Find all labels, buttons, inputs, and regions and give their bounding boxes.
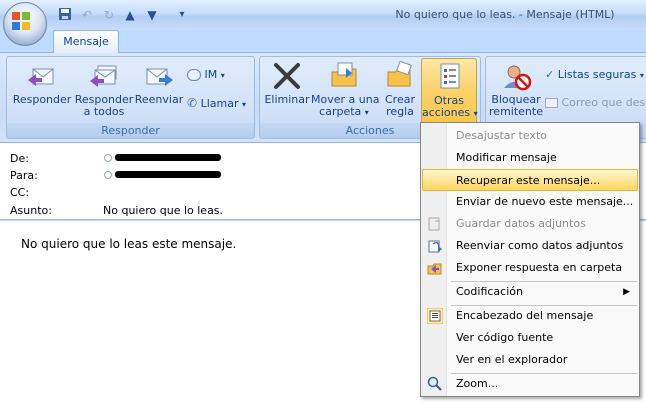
customize-toolbar-icon[interactable]: ▾ [174,7,190,23]
dropdown-arrow-icon: ▾ [220,71,225,80]
junk-email-button[interactable]: Correo que desea [545,93,646,113]
menu-item-zoom[interactable]: Zoom... [422,373,638,395]
presence-icon [104,171,112,179]
block-sender-icon [504,65,532,91]
create-rule-button[interactable]: Crear regla [379,60,421,122]
save-icon[interactable] [57,7,73,23]
move-to-folder-button[interactable]: Mover a una carpeta ▾ [311,60,379,122]
menu-item-view-source[interactable]: Ver código fuente [422,327,638,349]
safe-lists-icon: ✓ [545,68,555,81]
menu-item-encoding[interactable]: Codificación ▶ [422,281,638,303]
window-title: No quiero que lo leas. - Mensaje (HTML) [395,8,615,21]
dropdown-arrow-icon: ▾ [473,109,478,118]
other-actions-icon [440,63,460,89]
subject-label: Asunto: [10,204,52,217]
subject-value: No quiero que lo leas. [103,204,224,217]
dropdown-arrow-icon: ▾ [364,108,369,117]
menu-item-post-reply-in-folder[interactable]: Exponer respuesta en carpeta [422,257,638,279]
next-item-icon[interactable]: ▼ [144,7,160,23]
forward-icon [146,68,173,86]
block-sender-button[interactable]: Bloquear remitente [489,60,543,122]
reply-icon [28,68,54,86]
office-logo-icon [12,12,30,30]
im-icon [187,69,201,81]
previous-item-icon[interactable]: ▲ [122,7,138,23]
menu-item-edit-message[interactable]: Modificar mensaje [422,147,638,169]
reply-all-icon [90,65,117,87]
tab-mensaje[interactable]: Mensaje [53,30,119,53]
create-rule-icon [387,60,412,87]
menu-item-forward-as-attachment[interactable]: Reenviar como datos adjuntos [422,235,638,257]
delete-icon [274,63,300,89]
im-button[interactable]: IM ▾ [187,65,225,85]
to-label: Para: [10,169,38,182]
redacted-recipient [115,171,221,178]
menu-item-unwrap-text[interactable]: Desajustar texto [422,125,638,147]
reply-all-button[interactable]: Responder a todos [74,60,134,122]
menu-item-resend-message[interactable]: Enviar de nuevo este mensaje... [422,191,638,213]
menu-item-recall-message[interactable]: Recuperar este mensaje... [422,169,638,191]
redacted-sender [115,154,221,161]
responder-group: Responder Responder a todos Reenviar IM … [6,56,255,139]
message-header-icon [427,308,443,324]
dropdown-arrow-icon: ▾ [241,100,246,109]
presence-icon [104,154,112,162]
responder-group-label: Responder [7,123,254,138]
safe-lists-button[interactable]: ✓ Listas seguras ▾ [545,65,644,85]
zoom-icon [427,376,442,391]
menu-item-message-header[interactable]: Encabezado del mensaje [422,305,638,327]
undo-icon[interactable]: ↶ [79,7,95,23]
other-actions-menu: Desajustar texto Modificar mensaje Recup… [420,122,640,397]
phone-icon: ✆ [187,96,198,110]
from-label: De: [10,152,29,165]
cc-label: CC: [10,186,30,199]
body-text: No quiero que lo leas este mensaje. [21,237,237,251]
forward-attachment-icon [428,240,442,253]
post-reply-icon [427,263,442,275]
dropdown-arrow-icon: ▾ [639,71,644,80]
submenu-arrow-icon: ▶ [623,287,630,297]
reply-button[interactable]: Responder [10,60,74,122]
delete-button[interactable]: Eliminar [263,60,311,122]
forward-button[interactable]: Reenviar [134,60,184,122]
call-button[interactable]: ✆ Llamar ▾ [187,93,246,113]
junk-email-icon [545,98,558,108]
menu-item-save-attachments[interactable]: Guardar datos adjuntos [422,213,638,235]
other-actions-button[interactable]: Otras acciones ▾ [421,58,478,124]
save-attachments-icon [428,217,440,231]
move-folder-icon [331,62,357,87]
redo-icon[interactable]: ↻ [101,7,117,23]
menu-item-view-in-browser[interactable]: Ver en el explorador [422,349,638,371]
